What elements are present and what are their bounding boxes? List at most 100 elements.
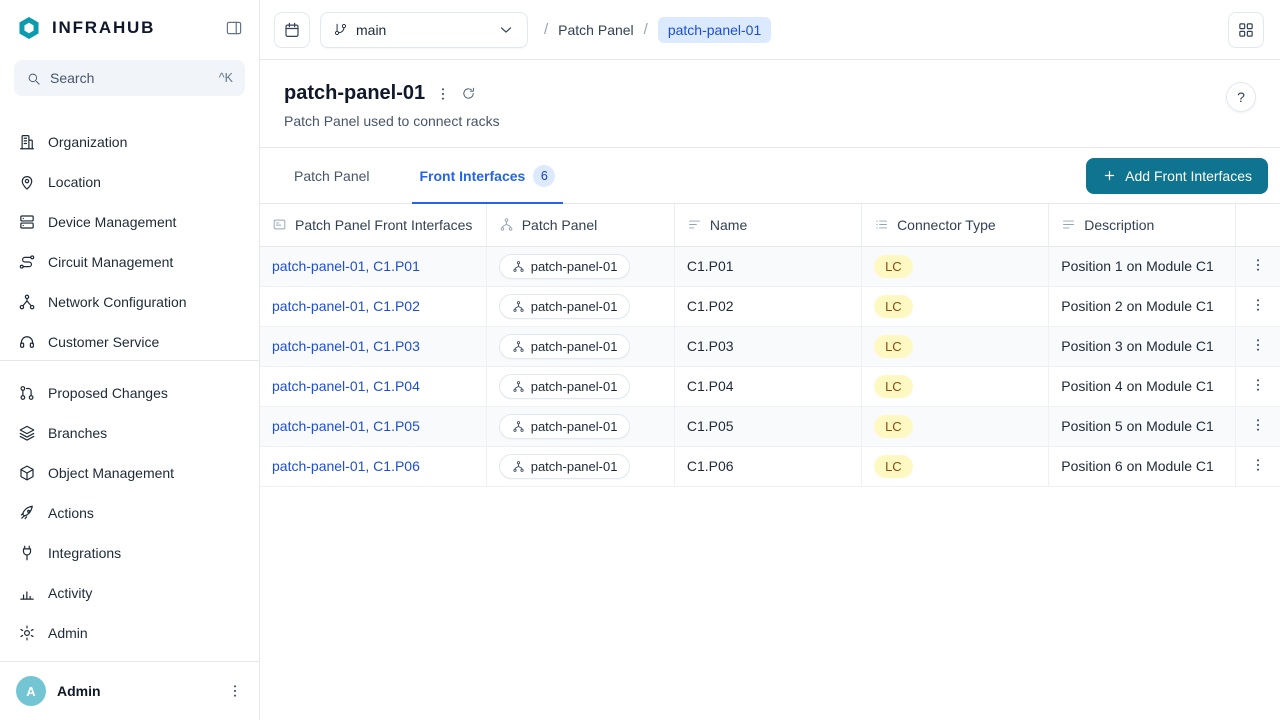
hierarchy-icon bbox=[512, 340, 525, 353]
sidebar-item-activity[interactable]: Activity bbox=[0, 573, 259, 613]
patch-panel-pill[interactable]: patch-panel-01 bbox=[499, 294, 631, 319]
column-header-actions bbox=[1236, 204, 1280, 246]
branch-selector-value: main bbox=[356, 22, 386, 38]
kebab-icon bbox=[1250, 297, 1266, 313]
sidebar-item-customer-service[interactable]: Customer Service bbox=[0, 322, 259, 360]
hierarchy-icon bbox=[499, 217, 514, 232]
interface-link[interactable]: patch-panel-01, C1.P02 bbox=[272, 298, 420, 314]
tab-label: Front Interfaces bbox=[420, 168, 526, 184]
refresh-button[interactable] bbox=[461, 86, 476, 101]
sidebar-item-label: Device Management bbox=[48, 214, 176, 230]
main-area: main / Patch Panel / patch-panel-01 patc… bbox=[260, 0, 1280, 720]
patch-panel-pill-label: patch-panel-01 bbox=[531, 259, 618, 274]
table-row: patch-panel-01, C1.P01 patch-panel-01 C1… bbox=[260, 246, 1280, 286]
row-menu-button[interactable] bbox=[1250, 257, 1266, 273]
column-header-label: Connector Type bbox=[897, 217, 996, 233]
chevron-down-icon bbox=[497, 21, 515, 39]
row-menu-button[interactable] bbox=[1250, 417, 1266, 433]
add-front-interfaces-button[interactable]: Add Front Interfaces bbox=[1086, 158, 1268, 194]
sidebar-item-label: Actions bbox=[48, 505, 94, 521]
description-cell: Position 6 on Module C1 bbox=[1049, 446, 1236, 486]
row-menu-button[interactable] bbox=[1250, 297, 1266, 313]
column-header-patch-panel[interactable]: Patch Panel bbox=[486, 204, 674, 246]
kebab-icon bbox=[1250, 377, 1266, 393]
tab-front-interfaces[interactable]: Front Interfaces 6 bbox=[414, 148, 562, 203]
kebab-icon bbox=[227, 683, 243, 699]
card-icon bbox=[272, 217, 287, 232]
title-menu-button[interactable] bbox=[435, 86, 451, 102]
table-header-row: Patch Panel Front Interfaces Patch Panel… bbox=[260, 204, 1280, 246]
sidebar-item-device-management[interactable]: Device Management bbox=[0, 202, 259, 242]
patch-panel-pill-label: patch-panel-01 bbox=[531, 299, 618, 314]
interface-link[interactable]: patch-panel-01, C1.P06 bbox=[272, 458, 420, 474]
kebab-icon bbox=[1250, 417, 1266, 433]
sidebar-item-location[interactable]: Location bbox=[0, 162, 259, 202]
headset-icon bbox=[18, 333, 36, 351]
column-header-connector-type[interactable]: Connector Type bbox=[862, 204, 1049, 246]
gear-icon bbox=[18, 624, 36, 642]
row-menu-button[interactable] bbox=[1250, 457, 1266, 473]
avatar: A bbox=[16, 676, 46, 706]
column-header-label: Patch Panel Front Interfaces bbox=[295, 217, 472, 233]
description-cell: Position 1 on Module C1 bbox=[1049, 246, 1236, 286]
help-button[interactable]: ? bbox=[1226, 82, 1256, 112]
sidebar-item-label: Network Configuration bbox=[48, 294, 187, 310]
sidebar-item-object-management[interactable]: Object Management bbox=[0, 453, 259, 493]
sidebar-item-actions[interactable]: Actions bbox=[0, 493, 259, 533]
sidebar-item-integrations[interactable]: Integrations bbox=[0, 533, 259, 573]
sidebar-item-organization[interactable]: Organization bbox=[0, 122, 259, 162]
column-header-description[interactable]: Description bbox=[1049, 204, 1236, 246]
plug-icon bbox=[18, 544, 36, 562]
breadcrumb-item-current[interactable]: patch-panel-01 bbox=[658, 17, 771, 43]
patch-panel-pill-label: patch-panel-01 bbox=[531, 339, 618, 354]
patch-panel-pill[interactable]: patch-panel-01 bbox=[499, 254, 631, 279]
sidebar-item-admin[interactable]: Admin bbox=[0, 613, 259, 653]
patch-panel-pill[interactable]: patch-panel-01 bbox=[499, 374, 631, 399]
hierarchy-icon bbox=[512, 420, 525, 433]
search-shortcut: ^K bbox=[219, 71, 233, 85]
branch-selector[interactable]: main bbox=[320, 12, 528, 48]
patch-panel-pill[interactable]: patch-panel-01 bbox=[499, 334, 631, 359]
sidebar-item-label: Location bbox=[48, 174, 101, 190]
sidebar-item-label: Branches bbox=[48, 425, 107, 441]
row-menu-button[interactable] bbox=[1250, 337, 1266, 353]
interface-link[interactable]: patch-panel-01, C1.P05 bbox=[272, 418, 420, 434]
tab-count-badge: 6 bbox=[533, 165, 555, 187]
sidebar-item-branches[interactable]: Branches bbox=[0, 413, 259, 453]
time-travel-button[interactable] bbox=[274, 12, 310, 48]
description-cell: Position 3 on Module C1 bbox=[1049, 326, 1236, 366]
network-icon bbox=[18, 293, 36, 311]
breadcrumb-separator: / bbox=[544, 21, 548, 38]
search-input[interactable]: Search ^K bbox=[14, 60, 245, 96]
collapse-sidebar-button[interactable] bbox=[225, 19, 243, 37]
breadcrumb-item-patch-panel[interactable]: Patch Panel bbox=[558, 22, 634, 38]
kebab-icon bbox=[1250, 457, 1266, 473]
sidebar-item-label: Circuit Management bbox=[48, 254, 173, 270]
tabs-bar: Patch Panel Front Interfaces 6 Add Front… bbox=[260, 148, 1280, 204]
search-icon bbox=[26, 71, 41, 86]
sidebar-item-proposed-changes[interactable]: Proposed Changes bbox=[0, 373, 259, 413]
page-title: patch-panel-01 bbox=[284, 82, 425, 105]
description-cell: Position 4 on Module C1 bbox=[1049, 366, 1236, 406]
patch-panel-pill[interactable]: patch-panel-01 bbox=[499, 414, 631, 439]
interface-link[interactable]: patch-panel-01, C1.P03 bbox=[272, 338, 420, 354]
connector-type-badge: LC bbox=[874, 455, 913, 478]
sidebar-item-network-configuration[interactable]: Network Configuration bbox=[0, 282, 259, 322]
table-row: patch-panel-01, C1.P04 patch-panel-01 C1… bbox=[260, 366, 1280, 406]
tab-patch-panel[interactable]: Patch Panel bbox=[288, 148, 376, 203]
column-header-name[interactable]: Name bbox=[674, 204, 861, 246]
user-menu-button[interactable] bbox=[227, 683, 243, 699]
interface-link[interactable]: patch-panel-01, C1.P04 bbox=[272, 378, 420, 394]
sidebar-header: INFRAHUB bbox=[0, 0, 259, 54]
column-header-label: Description bbox=[1084, 217, 1154, 233]
name-cell: C1.P04 bbox=[674, 366, 861, 406]
apps-button[interactable] bbox=[1228, 12, 1264, 48]
row-menu-button[interactable] bbox=[1250, 377, 1266, 393]
column-header-front-interfaces[interactable]: Patch Panel Front Interfaces bbox=[260, 204, 486, 246]
patch-panel-pill[interactable]: patch-panel-01 bbox=[499, 454, 631, 479]
list-icon bbox=[874, 217, 889, 232]
sidebar-item-circuit-management[interactable]: Circuit Management bbox=[0, 242, 259, 282]
sidebar-item-label: Proposed Changes bbox=[48, 385, 168, 401]
interface-link[interactable]: patch-panel-01, C1.P01 bbox=[272, 258, 420, 274]
rocket-icon bbox=[18, 504, 36, 522]
